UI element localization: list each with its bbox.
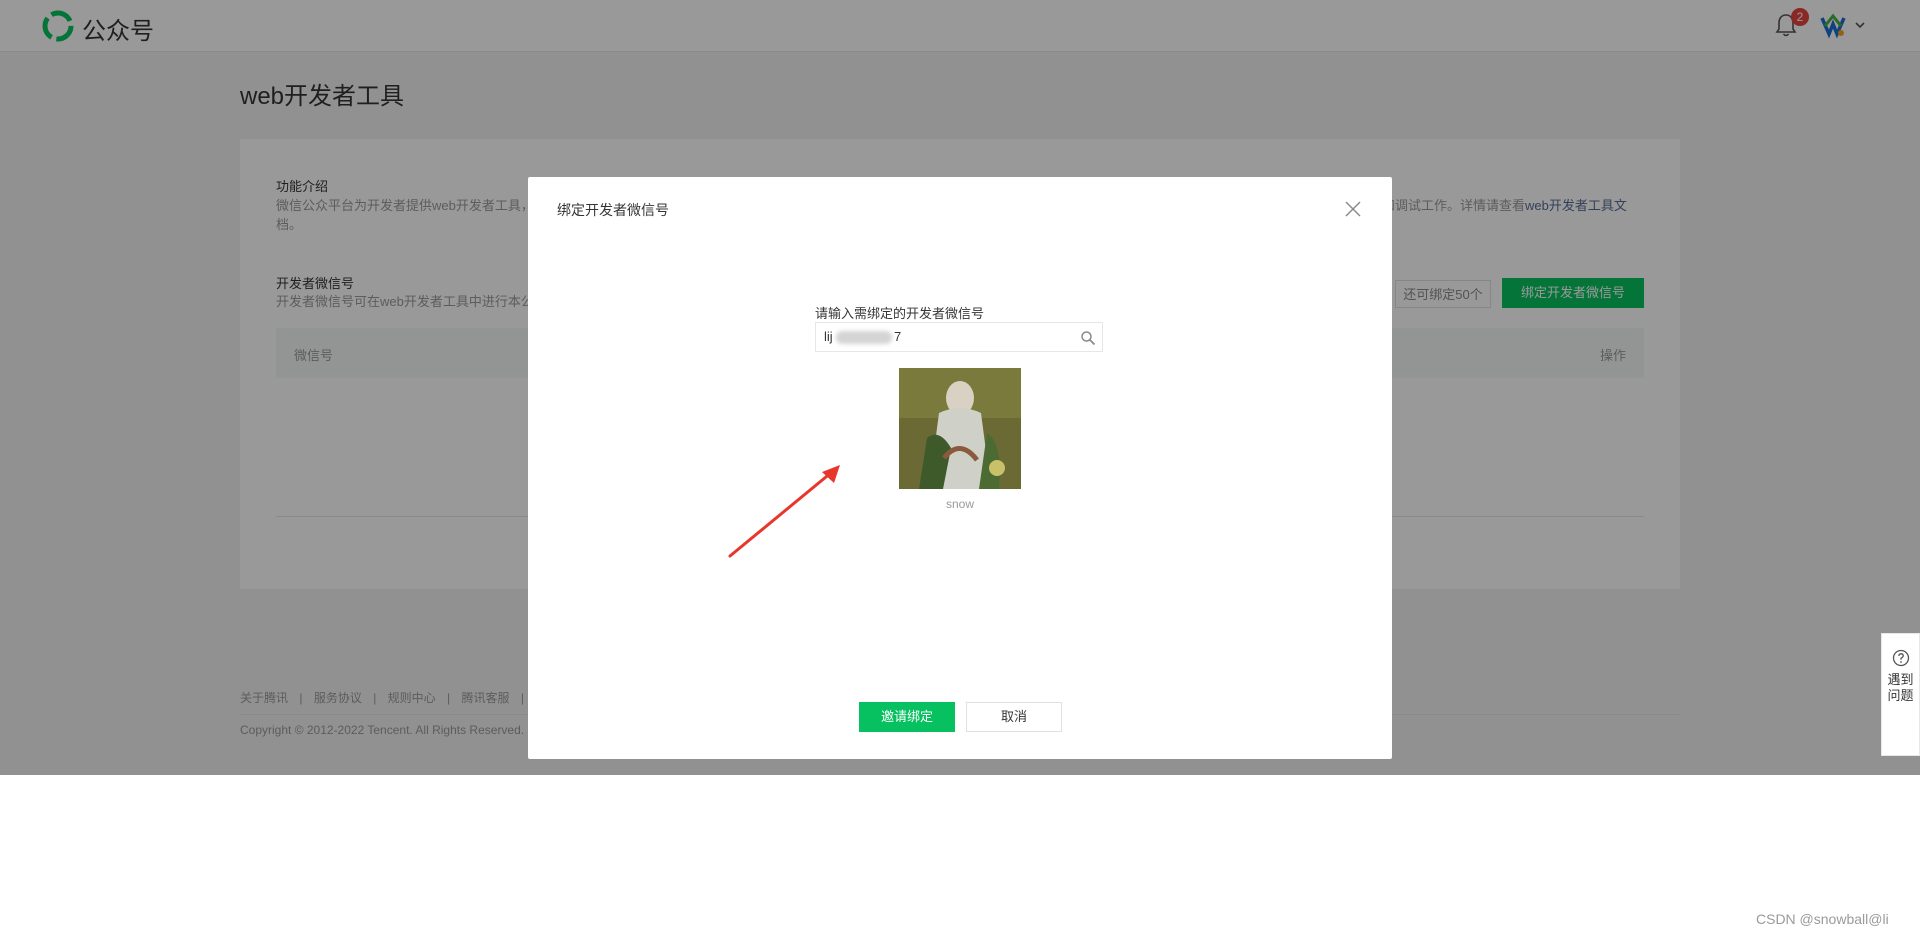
invite-bind-button[interactable]: 邀请绑定	[859, 702, 955, 732]
cancel-button[interactable]: 取消	[966, 702, 1062, 732]
bind-dialog: 绑定开发者微信号 请输入需绑定的开发者微信号 lij 7 snow 邀请绑定 取…	[528, 177, 1392, 759]
page-bottom	[0, 775, 1920, 937]
dialog-title: 绑定开发者微信号	[557, 202, 669, 218]
wechat-id-prefix: lij	[824, 329, 833, 344]
help-question-icon	[1892, 649, 1910, 667]
help-tab[interactable]: 遇到问题	[1881, 633, 1920, 756]
search-icon[interactable]	[1080, 330, 1096, 346]
help-label: 遇到问题	[1887, 672, 1914, 703]
wechat-id-input[interactable]: lij 7	[815, 322, 1103, 352]
user-nickname: snow	[945, 497, 974, 511]
watermark: CSDN @snowball@li	[1756, 911, 1889, 927]
close-icon[interactable]	[1343, 199, 1363, 219]
user-avatar	[899, 368, 1021, 489]
blurred-text	[836, 331, 892, 344]
annotation-arrow-icon	[728, 465, 840, 558]
wechat-id-suffix: 7	[894, 329, 902, 344]
wechat-id-label: 请输入需绑定的开发者微信号	[815, 306, 985, 321]
